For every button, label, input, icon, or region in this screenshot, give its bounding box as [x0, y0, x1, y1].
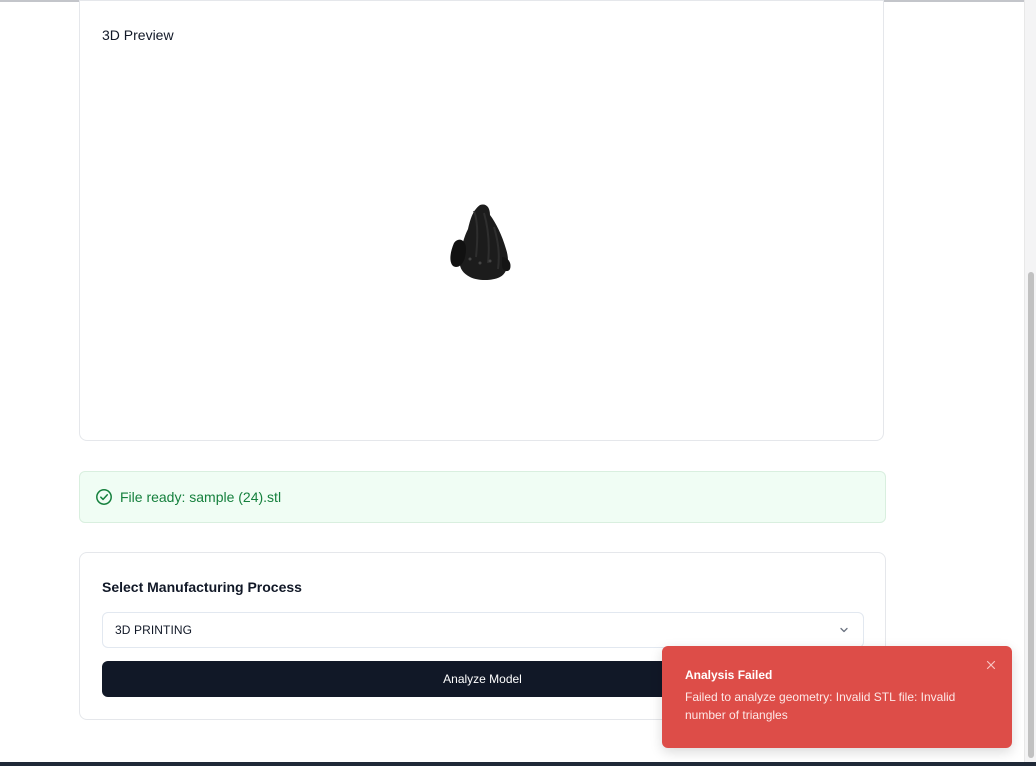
process-title: Select Manufacturing Process [102, 579, 302, 595]
process-select[interactable]: 3D PRINTING [102, 612, 864, 648]
check-circle-icon [96, 489, 112, 505]
bottom-bar [0, 762, 1036, 766]
preview-card: 3D Preview [79, 0, 884, 441]
toast-title: Analysis Failed [685, 668, 773, 682]
file-ready-banner: File ready: sample (24).stl [79, 471, 886, 523]
model-viewer[interactable] [440, 197, 526, 287]
process-select-value: 3D PRINTING [115, 623, 193, 637]
error-toast: Analysis Failed Failed to analyze geomet… [662, 646, 1012, 748]
preview-title: 3D Preview [102, 27, 174, 43]
model-icon [450, 204, 511, 280]
scrollbar-thumb[interactable] [1028, 272, 1034, 758]
close-icon[interactable] [984, 658, 998, 672]
file-ready-text: File ready: sample (24).stl [120, 489, 282, 505]
toast-message: Failed to analyze geometry: Invalid STL … [685, 690, 956, 722]
chevron-down-icon [840, 627, 848, 633]
